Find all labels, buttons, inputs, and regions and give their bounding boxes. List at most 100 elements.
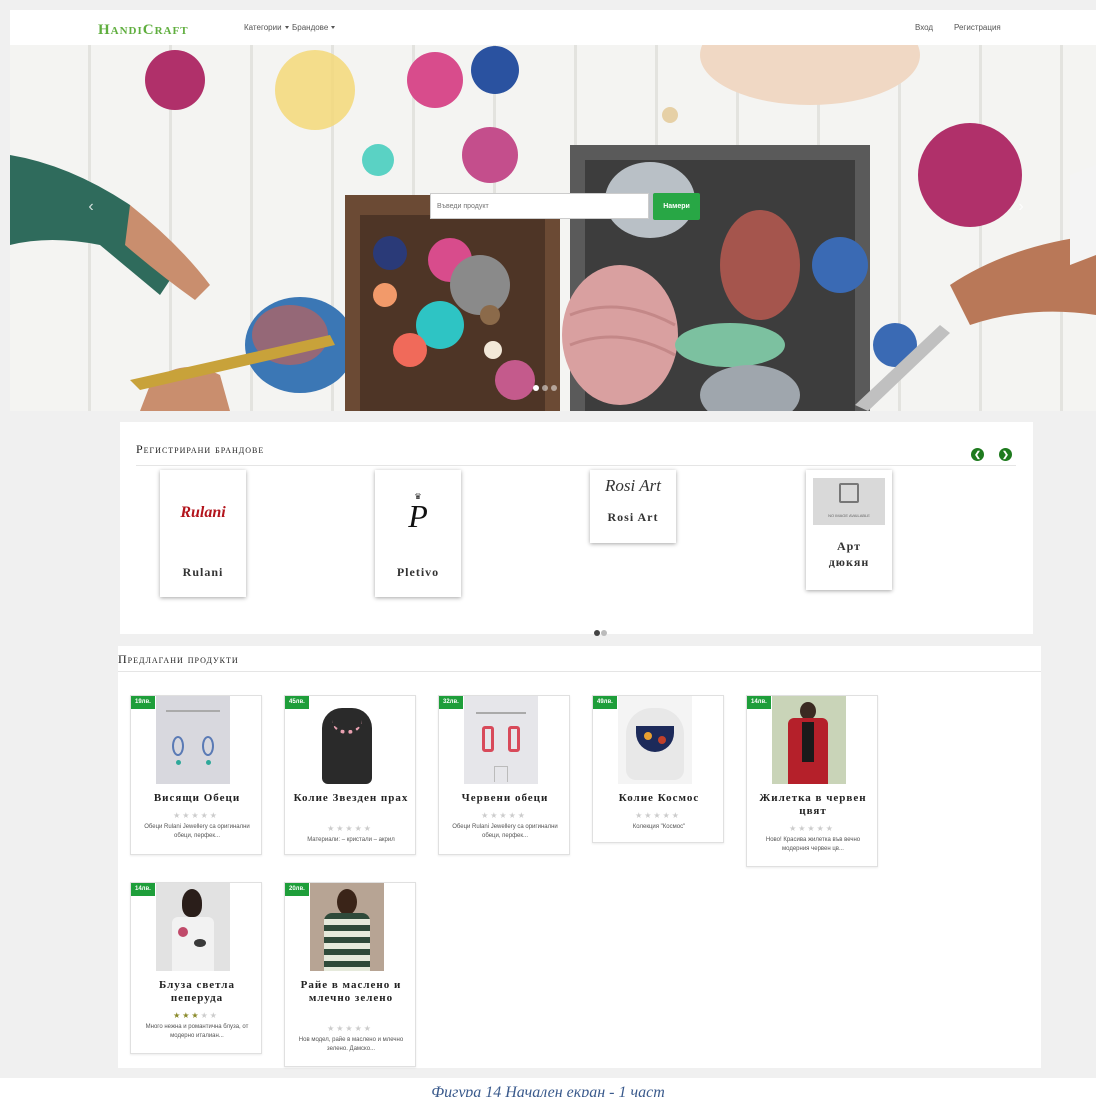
- price-badge: 14лв.: [747, 696, 771, 709]
- star-icon[interactable]: ★: [672, 811, 681, 820]
- hero-image: [10, 45, 1096, 411]
- chevron-right-icon[interactable]: ›: [1014, 199, 1028, 215]
- product-name: Блуза светла пеперуда: [159, 979, 235, 1004]
- product-description: Ново! Красива жилетка във вечно модерния…: [765, 837, 861, 852]
- product-card[interactable]: 19лв. Висящи Обеци ★★★★★ Обеци Rulani Je…: [130, 695, 262, 855]
- product-description: Материали: – кристали – акрил: [307, 837, 395, 843]
- product-name: Колие Космос: [618, 792, 700, 804]
- brands-page-dot[interactable]: [594, 630, 600, 636]
- star-icon[interactable]: ★: [210, 811, 219, 820]
- price-badge: 32лв.: [439, 696, 463, 709]
- search-input[interactable]: [430, 193, 649, 219]
- star-icon[interactable]: ★: [499, 811, 508, 820]
- product-image: [156, 696, 230, 784]
- star-icon[interactable]: ★: [201, 811, 210, 820]
- price-badge: 45лв.: [285, 696, 309, 709]
- rating-stars[interactable]: ★★★★★: [593, 811, 723, 820]
- price-badge: 19лв.: [131, 696, 155, 709]
- chevron-left-icon[interactable]: ‹: [84, 199, 98, 215]
- no-image-placeholder: NO IMAGE AVAILABLE: [813, 478, 885, 525]
- star-icon[interactable]: ★: [355, 824, 364, 833]
- products-section: Предлагани продукти 19лв. Висящи Обеци ★…: [118, 646, 1041, 1068]
- star-icon[interactable]: ★: [509, 811, 518, 820]
- brand-card[interactable]: Rosi Art Rosi Art: [590, 470, 676, 543]
- brands-title: Регистрирани брандове: [136, 442, 265, 456]
- product-card[interactable]: 14лв. Жилетка в червен цвят ★★★★★ Ново! …: [746, 695, 878, 867]
- star-icon[interactable]: ★: [327, 1024, 336, 1033]
- carousel-dot[interactable]: [533, 385, 539, 391]
- star-icon[interactable]: ★: [173, 1011, 182, 1020]
- brand-name: Rulani: [182, 565, 224, 579]
- search-button[interactable]: Намери: [653, 193, 700, 220]
- star-icon[interactable]: ★: [327, 824, 336, 833]
- product-name: Райе в маслено и млечно зелено: [300, 979, 402, 1004]
- product-description: Колекция "Космос": [632, 824, 686, 830]
- star-icon[interactable]: ★: [663, 811, 672, 820]
- rating-stars[interactable]: ★★★★★: [131, 1011, 261, 1020]
- star-icon[interactable]: ★: [191, 1011, 200, 1020]
- star-icon[interactable]: ★: [345, 824, 354, 833]
- brand-name: Арт дюкян: [828, 539, 870, 569]
- star-icon[interactable]: ★: [364, 1024, 373, 1033]
- brands-pagination: [594, 623, 608, 641]
- product-image: [464, 696, 538, 784]
- nav-brands-dropdown[interactable]: Брандове: [292, 23, 336, 32]
- brand-card[interactable]: Rulani Rulani: [160, 470, 246, 597]
- star-icon[interactable]: ★: [201, 1011, 210, 1020]
- brands-page-dot[interactable]: [601, 630, 607, 636]
- star-icon[interactable]: ★: [481, 811, 490, 820]
- brand-logo: Rosi Art: [605, 476, 661, 495]
- star-icon[interactable]: ★: [635, 811, 644, 820]
- product-name: Висящи Обеци: [153, 792, 241, 804]
- hero-carousel: ‹ › Намери: [10, 45, 1096, 411]
- star-icon[interactable]: ★: [807, 824, 816, 833]
- star-icon[interactable]: ★: [355, 1024, 364, 1033]
- star-icon[interactable]: ★: [789, 824, 798, 833]
- star-icon[interactable]: ★: [345, 1024, 354, 1033]
- product-name: Колие Звезден прах: [293, 792, 409, 804]
- star-icon[interactable]: ★: [817, 824, 826, 833]
- product-card[interactable]: 45лв. Колие Звезден прах ★★★★★ Материали…: [284, 695, 416, 855]
- star-icon[interactable]: ★: [210, 1011, 219, 1020]
- caret-down-icon: [331, 26, 336, 30]
- carousel-dot[interactable]: [542, 385, 548, 391]
- rating-stars[interactable]: ★★★★★: [439, 811, 569, 820]
- brand-name: Rosi Art: [607, 510, 659, 524]
- product-image: [310, 696, 384, 784]
- image-icon: [839, 483, 859, 503]
- rating-stars[interactable]: ★★★★★: [285, 824, 415, 833]
- star-icon[interactable]: ★: [653, 811, 662, 820]
- rating-stars[interactable]: ★★★★★: [747, 824, 877, 833]
- product-card[interactable]: 14лв. Блуза светла пеперуда ★★★★★ Много …: [130, 882, 262, 1054]
- product-card[interactable]: 49лв. Колие Космос ★★★★★ Колекция "Космо…: [592, 695, 724, 843]
- product-card[interactable]: 20лв. Райе в маслено и млечно зелено ★★★…: [284, 882, 416, 1067]
- nav-login-link[interactable]: Вход: [915, 23, 933, 32]
- star-icon[interactable]: ★: [173, 811, 182, 820]
- brand-card[interactable]: ♛ P Pletivo: [375, 470, 461, 597]
- product-image: [772, 696, 846, 784]
- star-icon[interactable]: ★: [826, 824, 835, 833]
- rating-stars[interactable]: ★★★★★: [285, 1024, 415, 1033]
- rating-stars[interactable]: ★★★★★: [131, 811, 261, 820]
- product-card[interactable]: 32лв. Червени обеци ★★★★★ Обеци Rulani J…: [438, 695, 570, 855]
- logo[interactable]: HandiCraft: [98, 14, 189, 40]
- star-icon[interactable]: ★: [364, 824, 373, 833]
- product-image: [618, 696, 692, 784]
- nav-register-link[interactable]: Регистрация: [954, 23, 1001, 32]
- price-badge: 20лв.: [285, 883, 309, 896]
- brand-card[interactable]: NO IMAGE AVAILABLE Арт дюкян: [806, 470, 892, 590]
- carousel-indicators: [533, 378, 560, 396]
- price-badge: 14лв.: [131, 883, 155, 896]
- star-icon[interactable]: ★: [191, 811, 200, 820]
- chevron-right-icon[interactable]: ❯: [999, 448, 1012, 461]
- product-image: [156, 883, 230, 971]
- navbar: HandiCraft Категории Брандове Вход Регис…: [10, 10, 1096, 45]
- products-title: Предлагани продукти: [118, 652, 239, 666]
- product-image: [310, 883, 384, 971]
- brand-name: Pletivo: [396, 565, 440, 579]
- product-description: Обеци Rulani Jewellery са оригинални обе…: [144, 824, 250, 839]
- chevron-left-icon[interactable]: ❮: [971, 448, 984, 461]
- carousel-dot[interactable]: [551, 385, 557, 391]
- star-icon[interactable]: ★: [518, 811, 527, 820]
- nav-categories-dropdown[interactable]: Категории: [244, 23, 289, 32]
